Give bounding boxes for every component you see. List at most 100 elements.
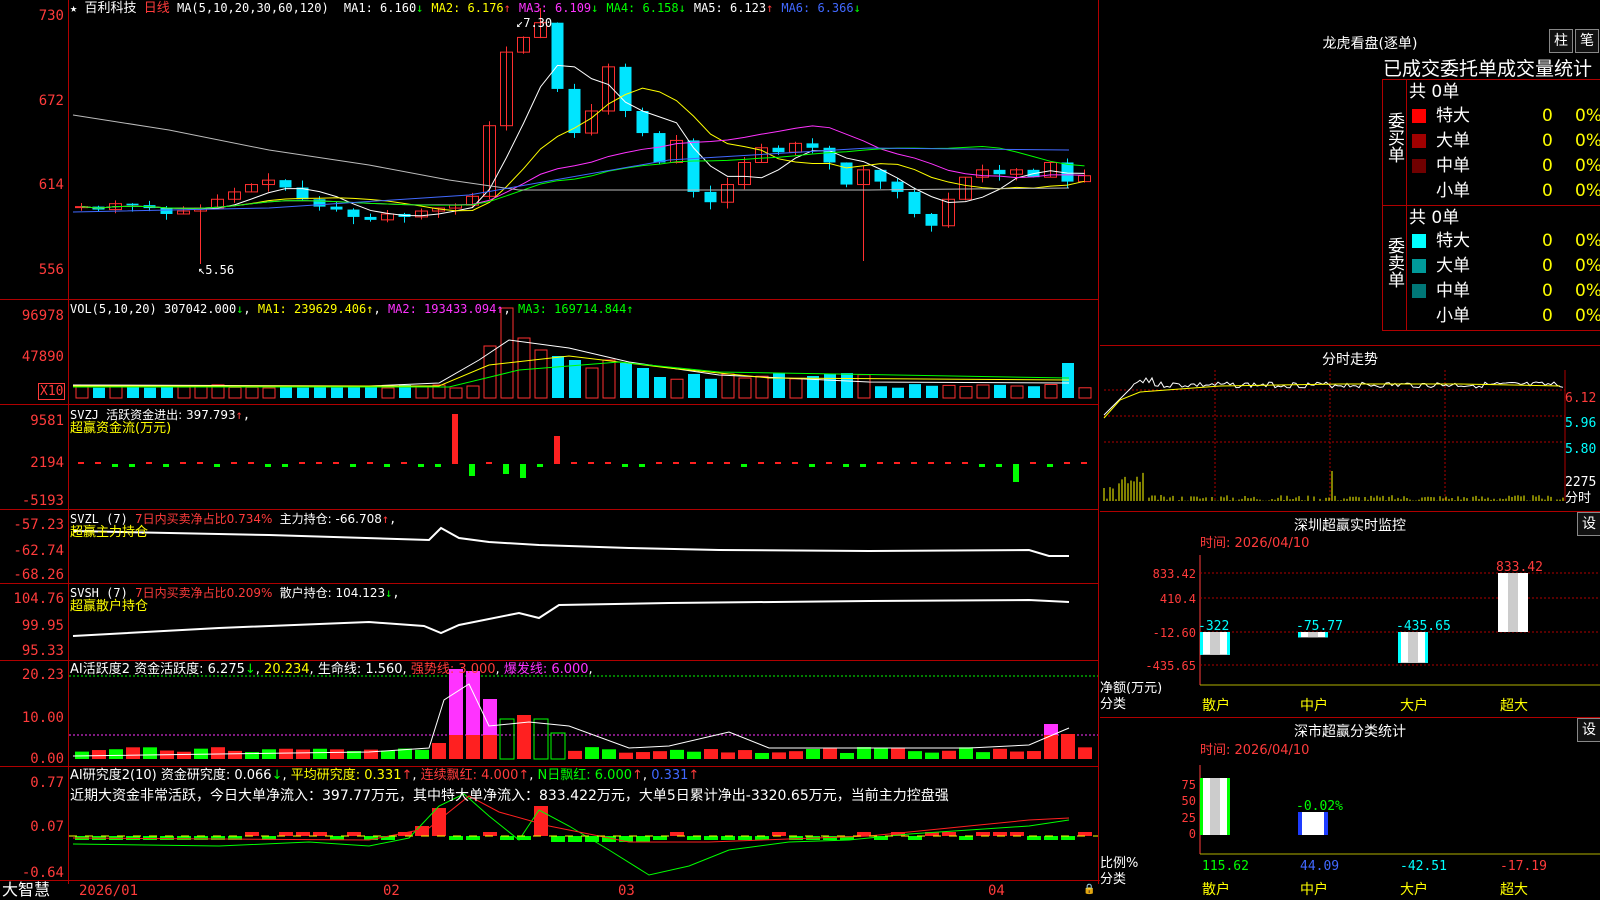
- class-bar-mid: [1298, 812, 1328, 835]
- low-annotation: ↖5.56: [198, 263, 235, 277]
- ai2-line: [72, 793, 1070, 876]
- svzj-bar: [724, 462, 730, 464]
- monitor-bar-shade: [1508, 573, 1518, 632]
- svzj-header: SVZJ 活跃资金进出: 397.793↑,: [70, 408, 251, 422]
- ai1-bar: [857, 747, 871, 759]
- ma-line: [81, 125, 1085, 209]
- ai1-bar: [755, 752, 769, 759]
- volume-bar: [109, 386, 123, 399]
- ai2-bar: [177, 836, 191, 840]
- ai1-bar: [364, 749, 378, 759]
- svzj-bar: [639, 464, 645, 467]
- ai1-bar: [823, 747, 837, 759]
- kline-candle: [347, 209, 360, 217]
- svzj-bar: [588, 462, 594, 464]
- legend-swatch: [1412, 284, 1426, 298]
- volume-bar: [483, 345, 497, 399]
- svzj-axis-bot: -5193: [21, 493, 64, 509]
- svzj-bar: [1013, 464, 1019, 482]
- ai1-axis-top: 20.23: [21, 667, 64, 683]
- kline-chart[interactable]: [69, 0, 1098, 880]
- svsh-header: SVSH (7) 7日内买卖净占比0.209% 散户持仓: 104.123↓,: [70, 586, 400, 600]
- kline-candle: [840, 162, 853, 185]
- class-bar-retail-shade: [1210, 778, 1220, 835]
- class-axis-tick: 75: [1182, 778, 1196, 792]
- monitor-bar-shade: [1210, 632, 1220, 655]
- svzj-bar: [1047, 464, 1053, 467]
- volume-bar: [314, 386, 326, 398]
- ai1-bar: [1027, 751, 1041, 759]
- vol-unit-badge: X10: [38, 383, 66, 400]
- stat-row-count: 0: [1542, 106, 1553, 126]
- volume-bar: [789, 378, 803, 399]
- svzj-bar: [469, 464, 475, 476]
- ai1-header: AI活跃度2 资金活跃度: 6.275↓, 20.234, 生命线: 1.560…: [70, 662, 593, 677]
- volume-bar: [331, 387, 343, 398]
- svzj-bar: [112, 464, 118, 467]
- volume-bar: [449, 387, 463, 399]
- ai1-bar: [1078, 747, 1092, 759]
- svzj-bar: [962, 462, 968, 464]
- ai1-bar: [619, 752, 633, 759]
- svzj-bar: [877, 462, 883, 464]
- monitor-chart[interactable]: 833.42 410.4 -12.60 -435.65 -322 散户 -75.77 中户 -4…: [1100, 555, 1600, 717]
- svzj-bar: [758, 462, 764, 464]
- ai1-bar: [687, 751, 701, 759]
- intraday-chart[interactable]: [1100, 370, 1600, 511]
- ai1-bar: [568, 750, 582, 759]
- volume-bar: [705, 378, 717, 398]
- legend-swatch: [1412, 159, 1426, 173]
- stat-row-percent: 0%: [1575, 181, 1600, 201]
- brand-label: 大智慧: [2, 880, 51, 899]
- fenshi-price-line: [1103, 376, 1564, 416]
- stat-row-count: 0: [1542, 131, 1553, 151]
- svzl-subtitle: 超赢主力持仓: [70, 525, 149, 540]
- stat-row-count: 0: [1542, 231, 1553, 251]
- ai2-bar: [160, 836, 174, 840]
- volume-bar: [773, 373, 785, 398]
- class-settings-button[interactable]: 设: [1577, 718, 1600, 742]
- monitor-settings-button[interactable]: 设: [1577, 512, 1600, 536]
- ai1-bar: [228, 750, 242, 759]
- monitor-title: 深圳超赢实时监控: [1294, 518, 1406, 534]
- main-chart-area[interactable]: ★ 百利科技 日线 MA(5,10,20,30,60,120) MA1: 6.1…: [0, 0, 1100, 900]
- class-chart[interactable]: 75 50 25 0 -0.02% 115.62 散户 44.09 中户 -42.51 大户 -17.…: [1100, 760, 1600, 900]
- ai2-bar: [670, 832, 684, 836]
- svzj-bar: [197, 462, 203, 464]
- stat-row-label: 小单: [1436, 181, 1470, 201]
- ai1-axis-mid: 10.00: [21, 710, 64, 726]
- sell-side-label: 委卖单: [1384, 237, 1404, 288]
- svzj-bar: [163, 464, 169, 467]
- class-bar-retail-edge: [1200, 778, 1203, 835]
- ai1-bar: [415, 749, 429, 759]
- lock-icon[interactable]: 🔒: [1083, 884, 1095, 895]
- price-axis-672: 672: [38, 93, 64, 109]
- ai2-bar: [313, 832, 327, 836]
- tick-mode-button[interactable]: 笔: [1575, 29, 1599, 53]
- ai1-bar: [279, 748, 293, 759]
- volume-bar: [1078, 387, 1092, 399]
- monitor-value: -75.77: [1296, 619, 1343, 634]
- volume-bar: [552, 356, 564, 398]
- kline-candle: [993, 169, 1006, 175]
- bar-mode-button[interactable]: 柱: [1549, 29, 1573, 53]
- ai1-bar: [296, 749, 310, 759]
- svzj-bar: [367, 462, 373, 464]
- stat-row-label: 小单: [1436, 306, 1470, 326]
- high-annotation: ↙7.30: [516, 16, 553, 30]
- stat-row-label: 大单: [1436, 256, 1470, 276]
- ai1-bar: [925, 752, 939, 759]
- volume-bar: [1010, 385, 1024, 399]
- ai2-bar: [721, 836, 735, 840]
- kline-candle: [704, 191, 717, 203]
- volume-bar: [909, 384, 921, 398]
- ai2-bar: [704, 836, 718, 840]
- svzj-bar: [1081, 462, 1087, 464]
- svzj-bar: [265, 464, 271, 467]
- svzj-bar: [282, 464, 288, 467]
- legend-swatch: [1412, 134, 1426, 148]
- svzj-bar: [894, 462, 900, 464]
- svzj-bar: [673, 462, 679, 464]
- vol-axis-mid: 47890: [21, 349, 64, 365]
- ai1-bar: [432, 743, 446, 759]
